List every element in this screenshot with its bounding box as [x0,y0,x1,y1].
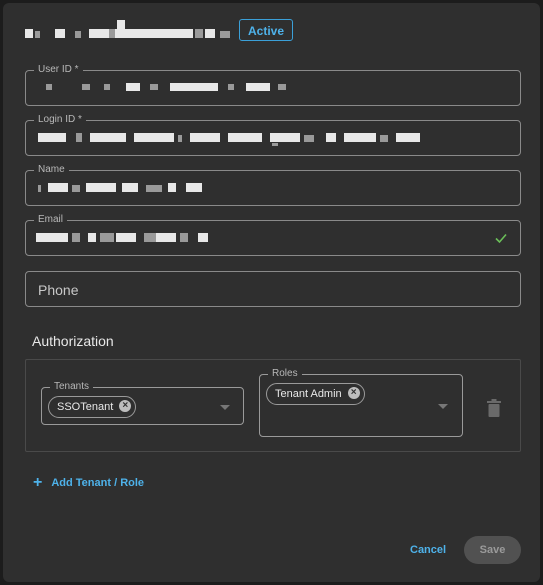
chevron-down-icon[interactable] [220,405,230,410]
login-id-value-masked [38,132,420,146]
close-circle-icon[interactable]: × [119,400,132,412]
user-id-field[interactable]: User ID * [25,63,521,106]
cancel-button[interactable]: Cancel [410,543,446,557]
tenant-chip-label: SSOTenant [57,401,114,413]
close-circle-icon[interactable]: × [347,387,360,399]
phone-placeholder: Phone [38,282,79,298]
roles-select[interactable]: Roles Tenant Admin × [259,367,463,437]
tenant-chip: SSOTenant × [48,396,137,418]
user-id-value-masked [46,82,286,93]
login-id-label: Login ID * [34,113,86,127]
roles-label: Roles [268,367,302,381]
role-chip-label: Tenant Admin [275,388,342,400]
name-field[interactable]: Name [25,163,521,206]
trash-icon[interactable] [487,399,501,417]
user-id-label: User ID * [34,63,83,77]
name-value-masked [38,182,208,193]
name-label: Name [34,163,69,177]
role-chip: Tenant Admin × [266,383,365,405]
user-edit-dialog: Active User ID * Login ID * Name Email P… [3,3,540,582]
add-tenant-role-button[interactable]: + Add Tenant / Role [33,475,144,491]
email-field[interactable]: Email [25,213,521,256]
user-display-name-masked [25,20,235,44]
login-id-field[interactable]: Login ID * [25,113,521,156]
status-badge: Active [239,19,294,41]
save-button[interactable]: Save [464,536,521,564]
tenants-select[interactable]: Tenants SSOTenant × [41,380,244,425]
authorization-title: Authorization [32,333,114,349]
plus-icon: + [33,474,43,491]
email-value-masked [36,232,216,243]
chevron-down-icon[interactable] [438,404,448,409]
tenants-label: Tenants [50,380,94,394]
check-icon [495,233,507,244]
phone-field[interactable]: Phone [25,271,521,307]
add-tenant-role-label: Add Tenant / Role [51,477,145,489]
email-label: Email [34,213,68,227]
